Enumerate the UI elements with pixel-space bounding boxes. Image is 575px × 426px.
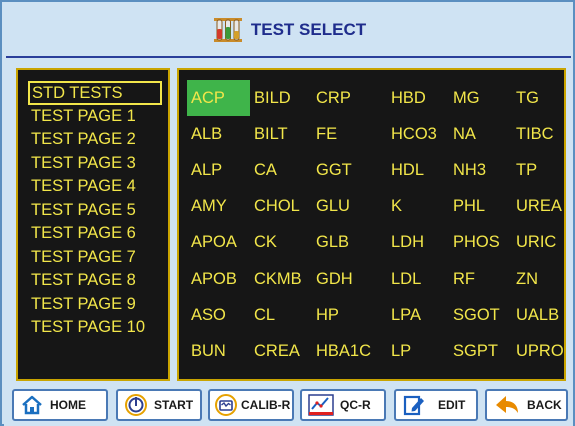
- test-cell-bild[interactable]: BILD: [250, 80, 312, 116]
- edit-button[interactable]: EDIT: [394, 389, 478, 421]
- test-cell-ca[interactable]: CA: [250, 152, 312, 188]
- button-bar: HOME START CALIB-R QC-R EDIT BACK: [4, 383, 573, 426]
- test-cell-hco3[interactable]: HCO3: [387, 116, 449, 152]
- qc-r-button[interactable]: QC-R: [300, 389, 386, 421]
- test-cell-crea[interactable]: CREA: [250, 333, 312, 369]
- test-cell-fe[interactable]: FE: [312, 116, 387, 152]
- test-cell-urea[interactable]: UREA: [512, 189, 562, 225]
- test-page-list: STD TESTS TEST PAGE 1 TEST PAGE 2 TEST PAGE…: [16, 68, 170, 381]
- test-cell-tg[interactable]: TG: [512, 80, 559, 116]
- home-button[interactable]: HOME: [12, 389, 108, 421]
- test-page-item[interactable]: TEST PAGE 9: [28, 293, 162, 317]
- calib-r-button[interactable]: CALIB-R: [208, 389, 294, 421]
- test-page-item[interactable]: TEST PAGE 2: [28, 128, 162, 152]
- test-cell-ldl[interactable]: LDL: [387, 261, 449, 297]
- header: TEST SELECT: [4, 4, 573, 56]
- test-cell-sgpt[interactable]: SGPT: [449, 333, 512, 369]
- test-cell-hp[interactable]: HP: [312, 297, 387, 333]
- blank-band: [4, 58, 573, 66]
- test-cell-chol[interactable]: CHOL: [250, 189, 312, 225]
- test-cell-uric[interactable]: URIC: [512, 225, 559, 261]
- qc-chart-icon: [308, 394, 334, 416]
- test-cell-lp[interactable]: LP: [387, 333, 449, 369]
- test-page-item[interactable]: TEST PAGE 6: [28, 222, 162, 246]
- test-cell-hbd[interactable]: HBD: [387, 80, 449, 116]
- test-cell-tibc[interactable]: TIBC: [512, 116, 559, 152]
- test-select-screen: TEST SELECT STD TESTS TEST PAGE 1 TEST PAG…: [0, 0, 575, 426]
- test-cell-mg[interactable]: MG: [449, 80, 512, 116]
- test-cell-phos[interactable]: PHOS: [449, 225, 512, 261]
- test-cell-ualb[interactable]: UALB: [512, 297, 559, 333]
- test-page-item[interactable]: TEST PAGE 8: [28, 269, 162, 293]
- test-cell-aso[interactable]: ASO: [187, 297, 250, 333]
- test-page-item[interactable]: TEST PAGE 7: [28, 246, 162, 270]
- test-cell-acp[interactable]: ACP: [187, 80, 250, 117]
- test-grid: ACP BILD CRP HBD MG TG ALB BILT FE HCO3 NA TIBC ALP C…: [187, 80, 564, 370]
- test-cell-nh3[interactable]: NH3: [449, 152, 512, 188]
- test-cell-gdh[interactable]: GDH: [312, 261, 387, 297]
- test-cell-na[interactable]: NA: [449, 116, 512, 152]
- test-cell-ckmb[interactable]: CKMB: [250, 261, 312, 297]
- test-cell-phl[interactable]: PHL: [449, 189, 512, 225]
- home-icon: [22, 395, 42, 415]
- test-grid-panel: ACP BILD CRP HBD MG TG ALB BILT FE HCO3 NA TIBC ALP C…: [177, 68, 566, 381]
- test-cell-k[interactable]: K: [387, 189, 449, 225]
- test-cell-alb[interactable]: ALB: [187, 116, 250, 152]
- page-title: TEST SELECT: [250, 20, 367, 39]
- calibration-icon: [215, 394, 237, 416]
- test-page-item[interactable]: STD TESTS: [28, 81, 162, 105]
- test-cell-zn[interactable]: ZN: [512, 261, 559, 297]
- test-cell-apoa[interactable]: APOA: [187, 225, 250, 261]
- test-cell-crp[interactable]: CRP: [312, 80, 387, 116]
- back-button[interactable]: BACK: [485, 389, 568, 421]
- test-cell-tp[interactable]: TP: [512, 152, 559, 188]
- test-cell-glb[interactable]: GLB: [312, 225, 387, 261]
- test-cell-upro[interactable]: UPRO: [512, 333, 564, 369]
- test-cell-rf[interactable]: RF: [449, 261, 512, 297]
- edit-icon: [403, 395, 424, 416]
- test-page-item[interactable]: TEST PAGE 3: [28, 152, 162, 176]
- test-page-item[interactable]: TEST PAGE 5: [28, 199, 162, 223]
- test-tubes-icon: [213, 18, 242, 42]
- back-arrow-icon: [496, 396, 518, 413]
- test-cell-cl[interactable]: CL: [250, 297, 312, 333]
- test-cell-lpa[interactable]: LPA: [387, 297, 449, 333]
- test-cell-ck[interactable]: CK: [250, 225, 312, 261]
- start-button[interactable]: START: [116, 389, 202, 421]
- test-page-item[interactable]: TEST PAGE 4: [28, 175, 162, 199]
- test-cell-amy[interactable]: AMY: [187, 189, 250, 225]
- test-cell-hdl[interactable]: HDL: [387, 152, 449, 188]
- test-cell-sgot[interactable]: SGOT: [449, 297, 512, 333]
- start-icon: [125, 394, 147, 416]
- test-cell-ggt[interactable]: GGT: [312, 152, 387, 188]
- test-page-item[interactable]: TEST PAGE 1: [28, 105, 162, 129]
- test-cell-hba1c[interactable]: HBA1C: [312, 333, 387, 369]
- test-cell-apob[interactable]: APOB: [187, 261, 250, 297]
- test-cell-ldh[interactable]: LDH: [387, 225, 449, 261]
- test-cell-glu[interactable]: GLU: [312, 189, 387, 225]
- test-page-item[interactable]: TEST PAGE 10: [28, 316, 162, 340]
- test-cell-bun[interactable]: BUN: [187, 333, 250, 369]
- test-cell-alp[interactable]: ALP: [187, 152, 250, 188]
- test-cell-bilt[interactable]: BILT: [250, 116, 312, 152]
